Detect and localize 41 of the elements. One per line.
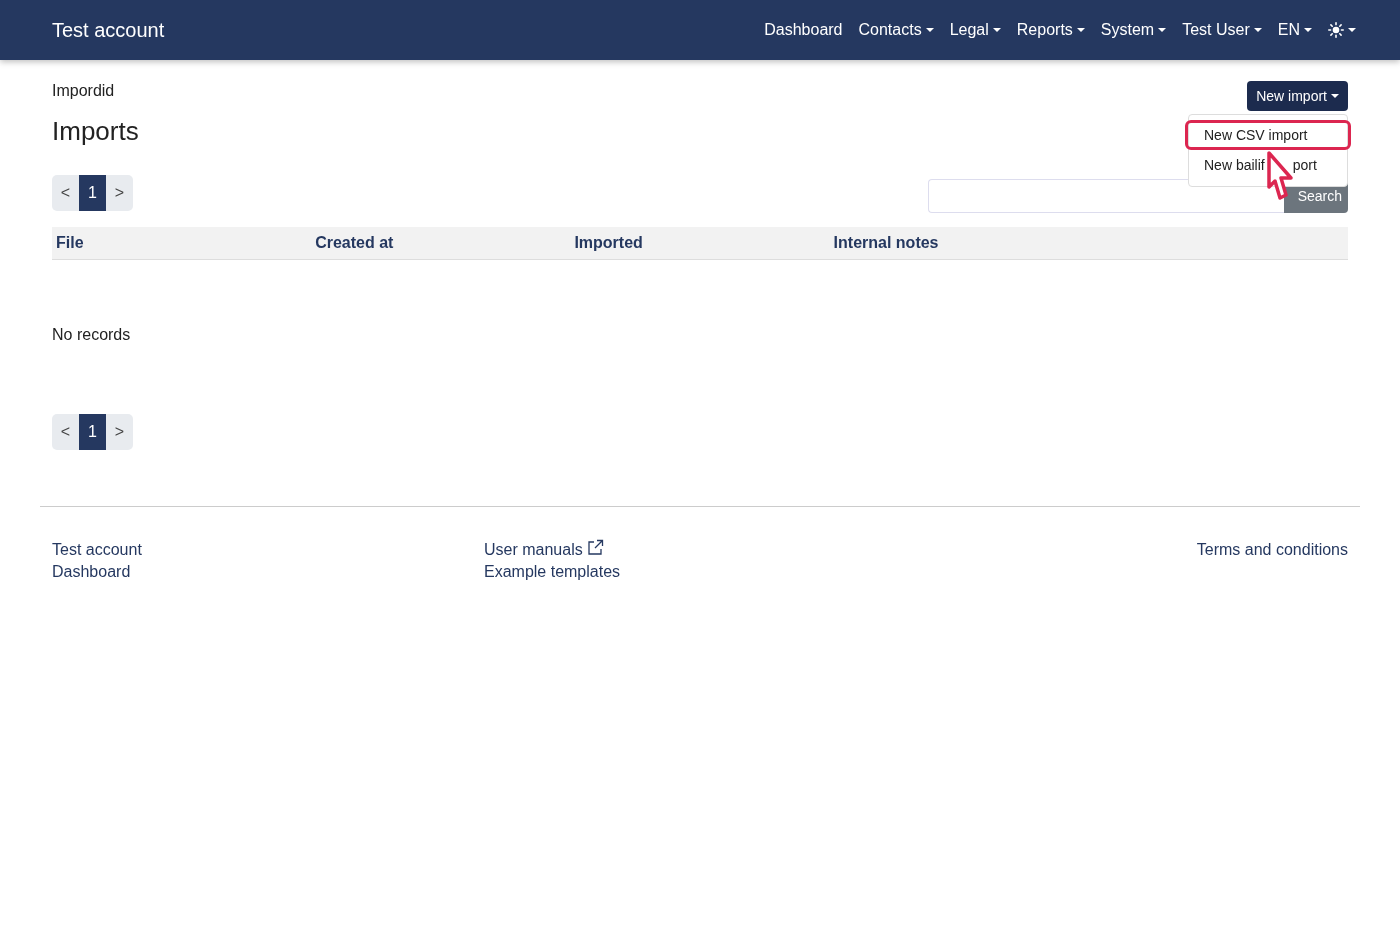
theme-toggle[interactable] (1328, 22, 1356, 38)
breadcrumb: Impordid (52, 82, 116, 100)
external-link-icon (586, 539, 604, 556)
nav-link[interactable]: Contacts (858, 21, 934, 39)
page-link[interactable]: 1 (79, 175, 106, 211)
page-link[interactable]: 1 (79, 414, 106, 450)
caret-icon (1304, 28, 1312, 32)
column-header: Created at (314, 234, 395, 252)
nav-link[interactable]: Test User (1182, 21, 1262, 39)
column-header: Internal notes (832, 234, 940, 252)
search-field[interactable] (927, 179, 1284, 213)
brand-link[interactable]: Test account (52, 18, 165, 42)
next-page-link[interactable]: > (106, 414, 133, 450)
empty-message: No records (52, 326, 132, 344)
menu-item-text[interactable]: port (1292, 157, 1317, 173)
nav-link[interactable]: EN (1277, 21, 1312, 39)
sun-icon (1328, 22, 1344, 38)
caret-icon (1253, 28, 1262, 32)
new-import-button[interactable]: New import (1247, 81, 1348, 111)
caret-icon (992, 28, 1001, 32)
column-header: File (55, 234, 85, 252)
caret-icon (925, 28, 934, 32)
footer-link[interactable]: Example templates (484, 563, 621, 581)
footer-link[interactable]: Test account (52, 541, 484, 559)
nav-link[interactable]: Dashboard (764, 21, 843, 39)
column-header: Imported (573, 234, 644, 252)
footer-link[interactable]: Terms and conditions (1196, 541, 1348, 559)
footer-link[interactable]: Dashboard (52, 563, 484, 581)
menu-item[interactable]: New bailif (1204, 157, 1265, 173)
page-title: Imports (52, 116, 139, 147)
nav-link[interactable]: System (1100, 21, 1167, 39)
caret-icon (1076, 28, 1085, 32)
nav-link[interactable]: Legal (949, 21, 1001, 39)
caret-icon (1348, 28, 1356, 32)
footer-link[interactable]: User manuals (484, 541, 583, 559)
next-page-link[interactable]: > (106, 175, 133, 211)
caret-icon (1331, 94, 1339, 98)
caret-icon (1158, 28, 1167, 32)
previous-page-link[interactable]: < (52, 175, 79, 211)
previous-page-link[interactable]: < (52, 414, 79, 450)
nav-link[interactable]: Reports (1016, 21, 1085, 39)
